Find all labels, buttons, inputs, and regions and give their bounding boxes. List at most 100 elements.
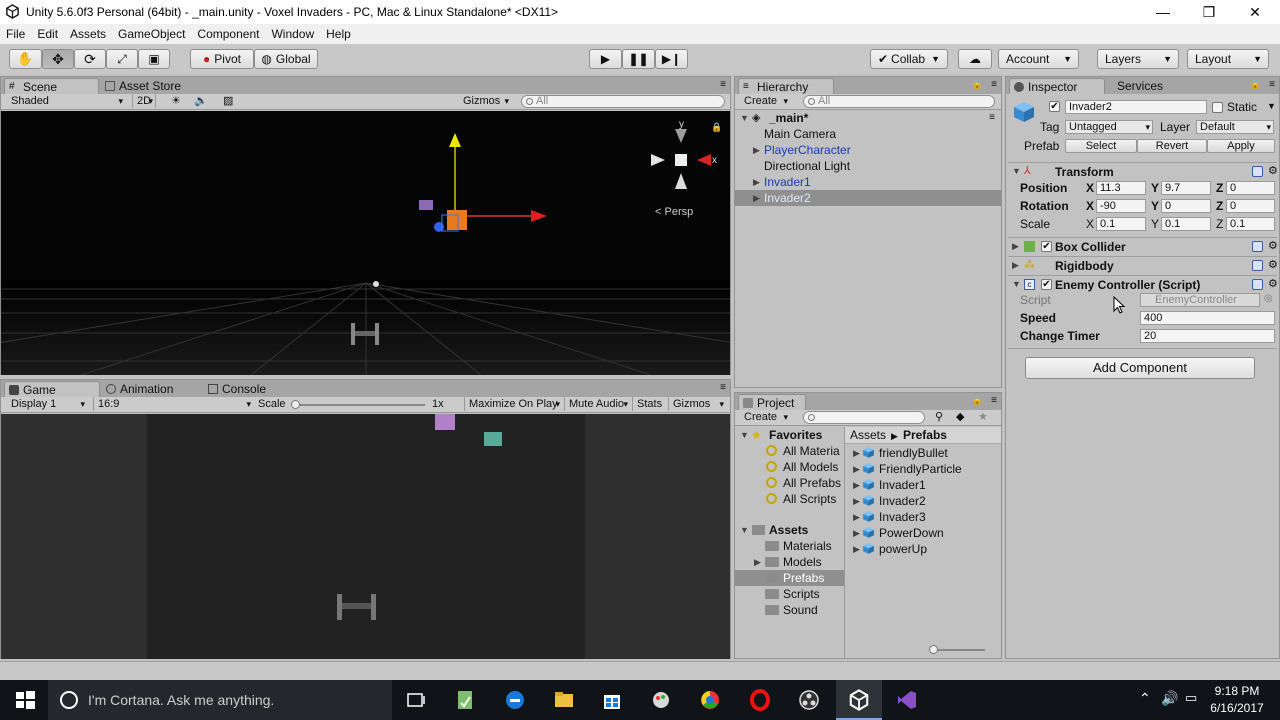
rigidbody-header[interactable]: ▶ ⁂ Rigidbody ⚙ — [1008, 256, 1279, 274]
object-name-input[interactable]: Invader2 — [1065, 100, 1207, 114]
shading-dropdown[interactable]: Shaded — [7, 94, 125, 108]
hierarchy-item[interactable]: Directional Light — [735, 158, 1001, 174]
hierarchy-scene-row[interactable]: ▼ ◈ _main* ≡ — [735, 110, 1001, 126]
clock-date[interactable]: 6/16/2017 — [1208, 701, 1266, 715]
collapse-arrow-icon[interactable]: ▶ — [853, 509, 860, 525]
change-timer-input[interactable]: 20 — [1140, 329, 1275, 343]
breadcrumb-assets[interactable]: Assets — [850, 428, 886, 442]
filter-type-icon[interactable]: ⚲ — [935, 410, 943, 423]
chrome-browser-icon[interactable] — [699, 689, 721, 711]
folder-item[interactable]: Sound — [735, 602, 844, 618]
hierarchy-search-input[interactable]: All — [803, 95, 995, 108]
transform-header[interactable]: ▼ ⅄ Transform ⚙ — [1008, 162, 1279, 180]
unity-taskbar-active[interactable] — [836, 680, 882, 720]
asset-item[interactable]: ▶ PowerDown — [845, 525, 1001, 541]
account-dropdown[interactable]: Account ▼ — [998, 49, 1079, 69]
enemy-controller-checkbox[interactable]: ✔ — [1041, 279, 1052, 290]
collapse-arrow-icon[interactable]: ▶ — [1012, 260, 1019, 271]
hierarchy-create-dropdown[interactable]: Create — [740, 94, 790, 108]
position-z-input[interactable]: 0 — [1226, 181, 1275, 195]
filter-label-icon[interactable]: ◆ — [956, 410, 964, 423]
collapse-arrow-icon[interactable]: ▶ — [754, 554, 761, 570]
breadcrumb-prefabs[interactable]: Prefabs — [903, 428, 947, 442]
invader-selected[interactable] — [447, 210, 467, 230]
project-search-input[interactable] — [803, 411, 925, 424]
collapse-arrow-icon[interactable]: ▶ — [853, 477, 860, 493]
favorite-star-icon[interactable]: ★ — [978, 410, 988, 423]
box-collider-checkbox[interactable]: ✔ — [1041, 241, 1052, 252]
menu-window[interactable]: Window — [265, 27, 320, 41]
tab-inspector[interactable]: Inspector — [1009, 78, 1105, 94]
collab-dropdown[interactable]: ✔ Collab ▼ — [870, 49, 948, 69]
visual-studio-icon[interactable] — [896, 689, 918, 711]
collapse-arrow-icon[interactable]: ▶ — [1012, 241, 1019, 252]
speed-input[interactable]: 400 — [1140, 311, 1275, 325]
collapse-arrow-icon[interactable]: ▶ — [753, 190, 760, 206]
scale-slider-thumb[interactable] — [291, 400, 300, 409]
effects-icon[interactable]: ▨ — [223, 94, 233, 107]
scale-x-input[interactable]: 0.1 — [1096, 217, 1146, 231]
scene-viewport[interactable]: y x < Persp 🔒 — [1, 111, 730, 375]
edge-browser-icon[interactable] — [504, 689, 526, 711]
close-button[interactable]: ✕ — [1232, 0, 1278, 24]
obs-app-icon[interactable] — [798, 689, 820, 711]
expand-arrow-icon[interactable]: ▼ — [1012, 279, 1021, 289]
clock-time[interactable]: 9:18 PM — [1212, 684, 1262, 698]
scale-tool-button[interactable]: ⤢ — [106, 49, 138, 69]
scene-gizmos-dropdown[interactable]: Gizmos — [459, 94, 511, 108]
position-x-input[interactable]: 11.3 — [1096, 181, 1146, 195]
tab-asset-store[interactable]: Asset Store — [101, 78, 189, 94]
perspective-label[interactable]: < Persp — [655, 206, 693, 218]
file-explorer-icon[interactable] — [553, 689, 575, 711]
menu-gameobject[interactable]: GameObject — [112, 27, 191, 41]
layers-dropdown[interactable]: Layers ▼ — [1097, 49, 1179, 69]
scene-menu-icon[interactable]: ≡ — [989, 110, 995, 126]
rect-tool-button[interactable]: ▣ — [138, 49, 170, 69]
expand-arrow-icon[interactable]: ▼ — [740, 110, 749, 126]
gear-icon[interactable]: ⚙ — [1268, 260, 1279, 271]
hierarchy-item[interactable]: ▶ PlayerCharacter — [735, 142, 1001, 158]
tab-services[interactable]: Services — [1107, 78, 1171, 94]
game-viewport[interactable] — [1, 414, 730, 659]
asset-item[interactable]: ▶ powerUp — [845, 541, 1001, 557]
assets-row[interactable]: ▼ Assets — [735, 522, 844, 538]
show-hidden-icons-icon[interactable]: ⌃ — [1139, 690, 1151, 707]
scene-search-input[interactable]: All — [521, 95, 725, 108]
layer-dropdown[interactable]: Default — [1196, 120, 1274, 134]
move-tool-button[interactable]: ✥ — [42, 49, 74, 69]
paint-app-icon[interactable] — [650, 689, 672, 711]
game-gizmos-dropdown[interactable]: Gizmos — [668, 397, 726, 411]
collapse-arrow-icon[interactable]: ▶ — [853, 493, 860, 509]
folder-item[interactable]: ▶ Models — [735, 554, 844, 570]
add-component-button[interactable]: Add Component — [1025, 357, 1255, 379]
tab-console[interactable]: Console — [204, 381, 274, 397]
project-create-dropdown[interactable]: Create — [740, 410, 790, 424]
menu-component[interactable]: Component — [191, 27, 265, 41]
network-icon[interactable]: ▭ — [1185, 690, 1197, 706]
pivot-button[interactable]: ● Pivot — [190, 49, 254, 69]
volume-icon[interactable]: 🔊 — [1161, 690, 1178, 707]
tag-dropdown[interactable]: Untagged — [1065, 120, 1153, 134]
asset-item[interactable]: ▶ FriendlyParticle — [845, 461, 1001, 477]
tab-animation[interactable]: Animation — [102, 381, 181, 397]
gear-icon[interactable]: ⚙ — [1268, 166, 1279, 177]
favorite-item[interactable]: All Models — [735, 459, 844, 475]
step-button[interactable]: ▶❙ — [655, 49, 688, 69]
prefab-apply-button[interactable]: Apply — [1207, 139, 1275, 153]
collapse-arrow-icon[interactable]: ▶ — [753, 142, 760, 158]
active-checkbox[interactable]: ✔ — [1049, 101, 1060, 112]
help-book-icon[interactable] — [1252, 279, 1263, 290]
notepad-app-icon[interactable] — [454, 689, 476, 711]
maximize-button[interactable]: ❐ — [1186, 0, 1232, 24]
collapse-arrow-icon[interactable]: ▶ — [853, 525, 860, 541]
minimize-button[interactable]: — — [1140, 0, 1186, 24]
panel-menu-icon[interactable]: ≡ — [720, 382, 726, 393]
scale-slider[interactable] — [293, 404, 425, 406]
rotation-z-input[interactable]: 0 — [1226, 199, 1275, 213]
asset-item[interactable]: ▶ Invader2 — [845, 493, 1001, 509]
panel-menu-icon[interactable]: ≡ — [1269, 79, 1275, 90]
static-dropdown-icon[interactable]: ▼ — [1267, 101, 1276, 111]
player-object-right[interactable] — [375, 323, 379, 345]
prefab-revert-button[interactable]: Revert — [1137, 139, 1207, 153]
opera-browser-icon[interactable] — [749, 689, 771, 711]
